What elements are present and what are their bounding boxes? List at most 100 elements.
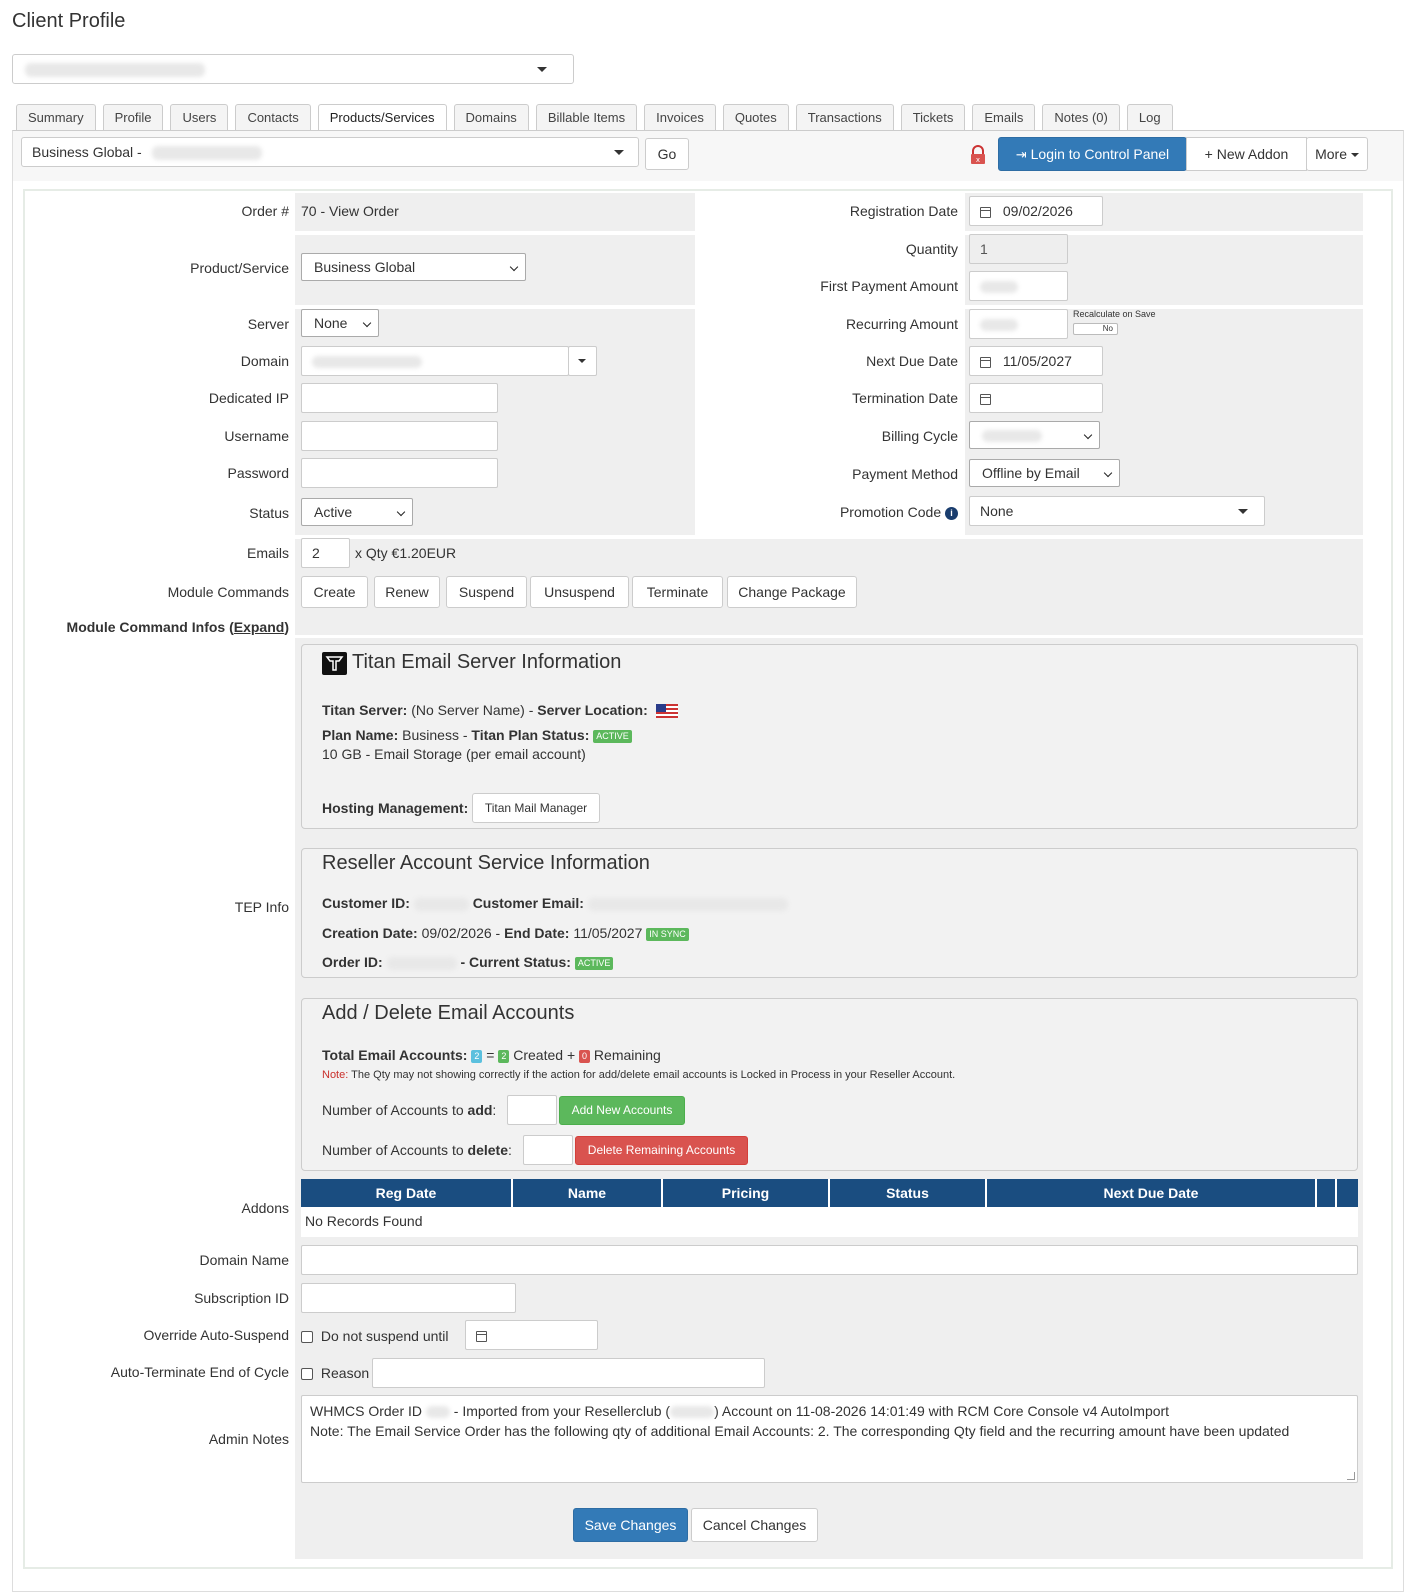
emails-qty-input[interactable]: 2 [301, 538, 350, 568]
go-button[interactable]: Go [645, 138, 689, 170]
dedicated-ip-label: Dedicated IP [208, 390, 289, 406]
add-new-accounts-button[interactable]: Add New Accounts [559, 1096, 685, 1125]
tab-billable-items[interactable]: Billable Items [535, 104, 638, 130]
tab-users[interactable]: Users [170, 104, 229, 130]
tab-contacts[interactable]: Contacts [235, 104, 311, 130]
note-label: Note: [322, 1069, 349, 1081]
recurring-amount-input[interactable] [969, 309, 1068, 339]
row-divider [295, 535, 1363, 539]
module-commands-label: Module Commands [167, 584, 289, 600]
info-icon[interactable]: i [945, 506, 958, 520]
tab-summary[interactable]: Summary [16, 104, 96, 130]
recalculate-toggle[interactable]: No [1073, 323, 1118, 335]
tab-invoices[interactable]: Invoices [644, 104, 716, 130]
remaining-label: Remaining [593, 1047, 661, 1063]
tab-log[interactable]: Log [1126, 104, 1173, 130]
override-auto-suspend-label: Override Auto-Suspend [143, 1327, 289, 1343]
calendar-icon [980, 356, 991, 368]
tab-quotes[interactable]: Quotes [722, 104, 789, 130]
quantity-input[interactable]: 1 [969, 234, 1068, 264]
more-dropdown-button[interactable]: More [1306, 137, 1368, 171]
admin-notes-line-1: WHMCS Order ID - Imported from your Rese… [310, 1401, 1349, 1421]
tab-products-services[interactable]: Products/Services [317, 104, 447, 131]
login-control-panel-button[interactable]: ⇥ Login to Control Panel [998, 137, 1187, 171]
dedicated-ip-input[interactable] [301, 383, 498, 413]
column-pricing[interactable]: Pricing [663, 1179, 830, 1207]
chevron-down-icon [1103, 468, 1113, 478]
domain-dropdown-button[interactable] [568, 346, 597, 376]
column-status[interactable]: Status [830, 1179, 987, 1207]
end-date-value: 11/05/2027 [573, 925, 643, 941]
subscription-id-input[interactable] [301, 1283, 516, 1313]
us-flag-canton [655, 704, 666, 713]
column-name[interactable]: Name [513, 1179, 663, 1207]
next-due-date-input[interactable]: 11/05/2027 [969, 346, 1103, 376]
domain-name-label: Domain Name [199, 1252, 289, 1268]
save-changes-button[interactable]: Save Changes [573, 1508, 688, 1542]
unsuspend-button[interactable]: Unsuspend [530, 576, 629, 608]
blurred-account [670, 1406, 715, 1419]
override-auto-suspend-checkbox[interactable] [301, 1331, 313, 1344]
registration-date-value: 09/02/2026 [1002, 203, 1073, 219]
next-due-date-label: Next Due Date [866, 353, 958, 369]
add-accounts-text: Number of Accounts to [322, 1102, 464, 1118]
admin-notes-textarea[interactable]: WHMCS Order ID - Imported from your Rese… [301, 1395, 1358, 1483]
tab-transactions[interactable]: Transactions [795, 104, 894, 130]
password-input[interactable] [301, 458, 498, 488]
terminate-button[interactable]: Terminate [632, 576, 723, 608]
product-service-select[interactable]: Business Global [301, 253, 526, 281]
titan-heading: Titan Email Server Information [352, 651, 622, 673]
chevron-down-icon [537, 67, 547, 72]
emails-qty-suffix: x Qty €1.20EUR [355, 545, 457, 561]
termination-date-label: Termination Date [852, 390, 958, 406]
tab-emails[interactable]: Emails [972, 104, 1036, 130]
service-form: Order # 70 - View Order Product/Service … [23, 189, 1393, 1569]
tab-profile[interactable]: Profile [102, 104, 164, 130]
tab-notes[interactable]: Notes (0) [1042, 104, 1120, 130]
payment-method-select[interactable]: Offline by Email [969, 459, 1120, 487]
order-label: Order # [241, 203, 289, 219]
create-button[interactable]: Create [301, 576, 368, 608]
recurring-amount-label: Recurring Amount [845, 316, 958, 332]
add-word: add [467, 1102, 493, 1118]
new-addon-button[interactable]: + New Addon [1186, 137, 1307, 171]
created-count-badge: 2 [498, 1049, 510, 1063]
auto-terminate-checkbox[interactable] [301, 1368, 313, 1381]
cancel-changes-button[interactable]: Cancel Changes [691, 1508, 818, 1542]
billing-cycle-select[interactable] [969, 421, 1100, 449]
blurred-billing-cycle [982, 430, 1042, 443]
auto-terminate-control: Reason [301, 1365, 369, 1381]
delete-accounts-label: Number of Accounts to delete: [322, 1142, 512, 1158]
promotion-code-select[interactable]: None [969, 496, 1265, 526]
titan-plan-line: Plan Name: Business - Titan Plan Status:… [322, 727, 632, 743]
suspend-button[interactable]: Suspend [446, 576, 527, 608]
plan-status-label: Titan Plan Status: [471, 727, 590, 743]
username-input[interactable] [301, 421, 498, 451]
lock-icon[interactable]: x [969, 145, 987, 165]
column-next-due-date[interactable]: Next Due Date [987, 1179, 1317, 1207]
tab-tickets[interactable]: Tickets [900, 104, 966, 130]
titan-mail-manager-button[interactable]: Titan Mail Manager [472, 793, 600, 823]
titan-logo-icon [322, 652, 347, 675]
accounts-to-add-input[interactable] [507, 1095, 557, 1125]
order-value[interactable]: 70 - View Order [301, 203, 399, 219]
column-reg-date[interactable]: Reg Date [301, 1179, 513, 1207]
tab-domains[interactable]: Domains [453, 104, 529, 130]
auto-terminate-reason-input[interactable] [372, 1358, 765, 1388]
domain-name-input[interactable] [301, 1245, 1358, 1275]
product-switcher[interactable]: Business Global - [21, 137, 639, 167]
change-package-button[interactable]: Change Package [727, 576, 857, 608]
renew-button[interactable]: Renew [374, 576, 440, 608]
delete-remaining-accounts-button[interactable]: Delete Remaining Accounts [575, 1136, 748, 1165]
registration-date-input[interactable]: 09/02/2026 [969, 196, 1103, 226]
suspend-until-date-input[interactable] [465, 1320, 598, 1350]
termination-date-input[interactable] [969, 383, 1103, 413]
resize-handle-icon[interactable] [1347, 1472, 1355, 1480]
status-select[interactable]: Active [301, 498, 413, 526]
accounts-to-delete-input[interactable] [523, 1135, 573, 1165]
domain-input[interactable] [301, 346, 569, 376]
client-select[interactable] [12, 54, 574, 84]
server-select[interactable]: None [301, 309, 379, 337]
first-payment-input[interactable] [969, 271, 1068, 301]
expand-link[interactable]: Expand [234, 619, 285, 635]
